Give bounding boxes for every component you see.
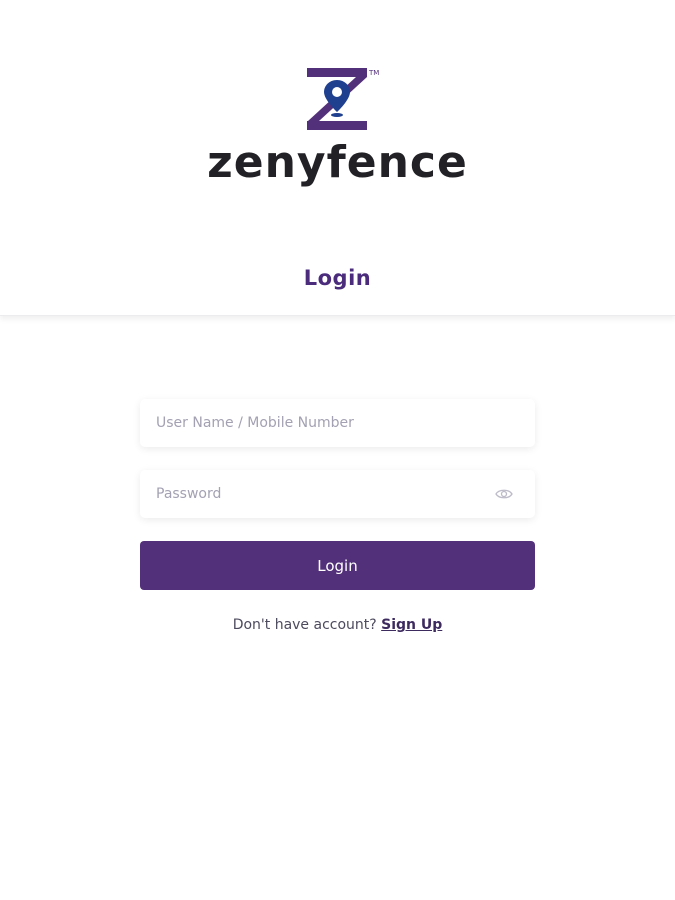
brand-name: zenyfence — [207, 137, 468, 188]
eye-icon[interactable] — [495, 487, 513, 501]
password-input[interactable] — [140, 470, 535, 518]
login-form: Login Don't have account? Sign Up — [140, 399, 535, 633]
trademark-mark: TM — [368, 69, 379, 77]
username-field-container — [140, 399, 535, 447]
signup-prompt: Don't have account? — [232, 617, 377, 633]
page-title: Login — [303, 266, 372, 290]
signup-row: Don't have account? Sign Up — [140, 617, 535, 633]
password-field-container — [140, 470, 535, 518]
username-input[interactable] — [140, 399, 535, 447]
header: TM zenyfence Login — [0, 0, 675, 316]
signup-link[interactable]: Sign Up — [381, 617, 442, 633]
login-button[interactable]: Login — [140, 541, 535, 590]
z-location-pin-icon: TM — [307, 68, 379, 130]
